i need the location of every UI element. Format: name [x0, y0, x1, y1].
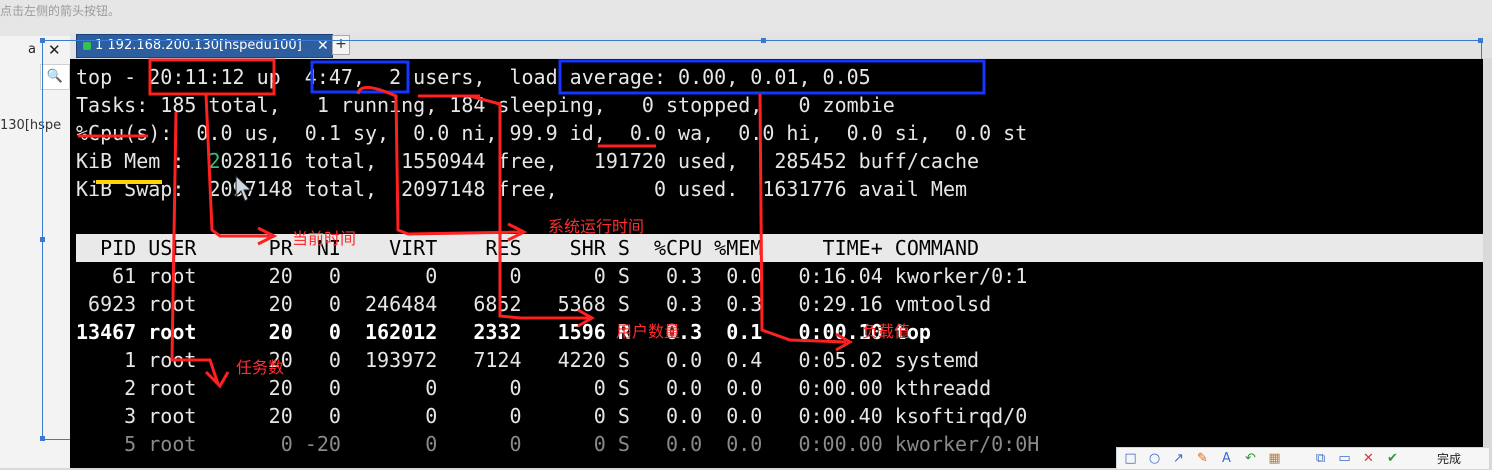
screenshot-toolbar: □ ○ ↗ ✎ A ↶ ▦ ⧉ ▭ ✕ ✔ 完成: [1116, 447, 1490, 470]
close-icon[interactable]: ✕: [48, 41, 61, 59]
process-row: 3 root 20 0 0 0 0 S 0.0 0.0 0:00.40 ksof…: [76, 404, 1028, 428]
cancel-icon[interactable]: ✕: [1361, 451, 1376, 466]
process-row: 6923 root 20 0 246484 6852 5368 S 0.3 0.…: [76, 292, 992, 316]
new-tab-button[interactable]: +: [332, 35, 350, 55]
mem-highlight-digit: 2: [208, 149, 221, 173]
process-row: 61 root 20 0 0 0 0 S 0.3 0.0 0:16.04 kwo…: [76, 264, 1028, 288]
save-icon[interactable]: ▭: [1337, 451, 1352, 466]
tab-title: 1 192.168.200.130[hspedu100]: [95, 38, 302, 53]
summary-tasks-line: Tasks: 185 total, 1 running, 184 sleepin…: [76, 93, 895, 117]
process-row-top: 13467 root 20 0 162012 2332 1596 R 0.3 0…: [76, 320, 931, 344]
search-icon[interactable]: 🔍: [40, 64, 70, 90]
summary-mem-line: KiB Mem : 2028116 total, 1550944 free, 1…: [76, 147, 979, 175]
close-icon[interactable]: ✕: [317, 35, 329, 57]
pin-icon[interactable]: ⧉: [1313, 451, 1328, 466]
annotation-user-count: 用户数量: [616, 322, 681, 341]
confirm-icon[interactable]: ✔: [1385, 451, 1400, 466]
pen-icon[interactable]: ✎: [1195, 451, 1210, 466]
left-tab-label: a: [28, 42, 36, 57]
left-panel: a ✕ 🔍 130[hspe: [0, 36, 71, 468]
summary-swap-line: KiB Swap: 2097148 total, 2097148 free, 0…: [76, 177, 968, 201]
instruction-hint: 点击左侧的箭头按钮。: [0, 4, 121, 18]
undo-icon[interactable]: ↶: [1243, 451, 1258, 466]
annotation-uptime: 系统运行时间: [548, 217, 645, 236]
left-tab[interactable]: a ✕: [0, 40, 66, 62]
done-button[interactable]: 完成: [1437, 450, 1461, 467]
mem-label: KiB Mem :: [76, 149, 209, 173]
mem-values: 028116 total, 1550944 free, 191720 used,…: [220, 149, 980, 173]
mosaic-icon[interactable]: ▦: [1267, 451, 1282, 466]
terminal-window[interactable]: top - 20:11:12 up 4:47, 2 users, load av…: [70, 59, 1483, 468]
rectangle-icon[interactable]: □: [1123, 451, 1138, 466]
connected-icon: [83, 42, 91, 50]
annotation-load: 负载值: [862, 322, 911, 341]
annotation-current-time: 当前时间: [292, 229, 357, 248]
host-fragment: 130[hspe: [0, 118, 62, 133]
tab-session[interactable]: 1 192.168.200.130[hspedu100] ✕: [76, 34, 333, 58]
process-row: 5 root 0 -20 0 0 0 S 0.0 0.0 0:00.00 kwo…: [76, 432, 1040, 456]
annotation-tasks: 任务数: [236, 358, 285, 377]
top-strip: 点击左侧的箭头按钮。: [0, 0, 1492, 36]
arrow-icon[interactable]: ↗: [1171, 451, 1186, 466]
process-row: 2 root 20 0 0 0 0 S 0.0 0.0 0:00.00 kthr…: [76, 376, 992, 400]
ellipse-icon[interactable]: ○: [1147, 451, 1162, 466]
summary-uptime-line: top - 20:11:12 up 4:47, 2 users, load av…: [76, 65, 871, 89]
summary-cpu-line: %Cpu(s): 0.0 us, 0.1 sy, 0.0 ni, 99.9 id…: [76, 121, 1028, 145]
process-row: 1 root 20 0 193972 7124 4220 S 0.0 0.4 0…: [76, 348, 980, 372]
session-tabbar: 1 192.168.200.130[hspedu100] ✕ +: [70, 33, 1492, 58]
process-table-header: PID USER PR NI VIRT RES SHR S %CPU %MEM …: [76, 236, 980, 260]
text-icon[interactable]: A: [1219, 451, 1234, 466]
